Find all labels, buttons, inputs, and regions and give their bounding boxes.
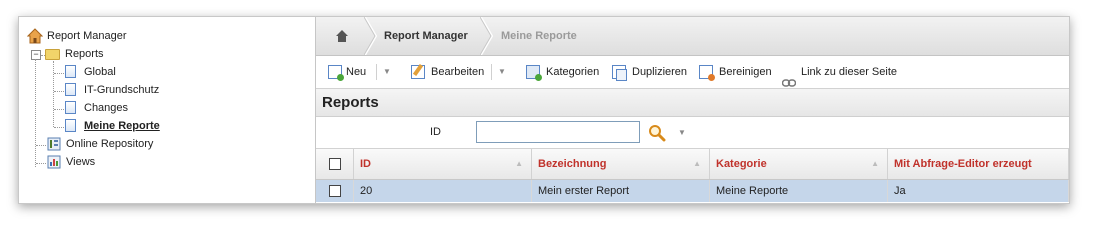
chevron-down-icon[interactable]: ▼: [498, 56, 506, 88]
tree-label: Reports: [65, 48, 104, 60]
sort-icon: ▲: [515, 159, 523, 168]
breadcrumb-item-current: Meine Reporte: [501, 30, 577, 42]
categories-button-label: Kategorien: [546, 66, 600, 78]
home-icon[interactable]: [334, 28, 350, 44]
tree-label: IT-Grundschutz: [84, 84, 160, 96]
duplicate-icon: [612, 65, 627, 81]
column-header-id[interactable]: ID ▲: [354, 149, 532, 179]
categories-icon: [526, 65, 542, 81]
report-icon: [65, 65, 76, 78]
repository-icon: [47, 137, 61, 151]
cell-category: Meine Reporte: [710, 180, 888, 202]
sort-icon: ▲: [871, 159, 879, 168]
column-header-editor[interactable]: Mit Abfrage-Editor erzeugt: [888, 149, 1069, 179]
table-row[interactable]: 20 Mein erster Report Meine Reporte Ja: [316, 180, 1069, 202]
breadcrumb-separator: [364, 17, 378, 55]
tree-label: Changes: [84, 102, 129, 114]
cleanup-button-label: Bereinigen: [719, 66, 772, 78]
link-button-label: Link zu dieser Seite: [801, 66, 897, 78]
id-filter-input[interactable]: [476, 121, 640, 143]
new-document-icon: [328, 65, 344, 81]
column-header-category[interactable]: Kategorie ▲: [710, 149, 888, 179]
navigation-tree: Report Manager − Reports Global IT-Grund…: [19, 17, 316, 203]
report-icon: [65, 83, 76, 96]
row-checkbox[interactable]: [329, 185, 341, 197]
duplicate-button-label: Duplizieren: [632, 66, 688, 78]
row-select-cell: [316, 180, 354, 202]
breadcrumb-separator: [480, 17, 494, 55]
report-icon: [65, 119, 76, 132]
home-icon: [26, 28, 44, 44]
edit-icon: [411, 63, 425, 79]
cell-editor: Ja: [888, 180, 1069, 202]
app-window: Report Manager − Reports Global IT-Grund…: [18, 16, 1070, 204]
panel-title: Reports: [316, 89, 1069, 117]
new-button-label: Neu: [346, 66, 367, 78]
breadcrumb-item[interactable]: Report Manager: [384, 17, 468, 55]
chevron-down-icon[interactable]: ▼: [678, 117, 686, 148]
tree-label: Report Manager: [47, 30, 127, 42]
edit-button-label: Bearbeiten: [431, 66, 485, 78]
tree-label: Online Repository: [66, 138, 154, 150]
filter-bar: ID ▼: [316, 117, 1069, 149]
select-all-checkbox[interactable]: [329, 158, 341, 170]
search-icon[interactable]: [648, 124, 666, 142]
tree-label: Global: [84, 66, 116, 78]
filter-label: ID: [430, 126, 441, 138]
cell-name: Mein erster Report: [532, 180, 710, 202]
chevron-down-icon[interactable]: ▼: [383, 56, 391, 88]
views-icon: [47, 155, 61, 169]
table-header: ID ▲ Bezeichnung ▲ Kategorie ▲ Mit Abfra…: [316, 149, 1069, 180]
cell-id: 20: [354, 180, 532, 202]
select-all-cell: [316, 149, 354, 179]
folder-open-icon: [45, 49, 60, 60]
toolbar: Neu ▼ Bearbeiten ▼ Kategorien Dupliziere…: [316, 56, 1069, 89]
collapse-toggle[interactable]: −: [31, 50, 41, 60]
tree-label-selected: Meine Reporte: [84, 120, 160, 132]
link-icon: [781, 68, 797, 87]
breadcrumb: Report Manager Meine Reporte: [316, 17, 1069, 56]
report-icon: [65, 101, 76, 114]
sort-icon: ▲: [693, 159, 701, 168]
content-panel: Report Manager Meine Reporte Neu ▼ Bearb…: [316, 17, 1069, 203]
column-header-name[interactable]: Bezeichnung ▲: [532, 149, 710, 179]
cleanup-icon: [699, 65, 715, 81]
panel-title-text: Reports: [322, 94, 379, 111]
tree-label: Views: [66, 156, 96, 168]
